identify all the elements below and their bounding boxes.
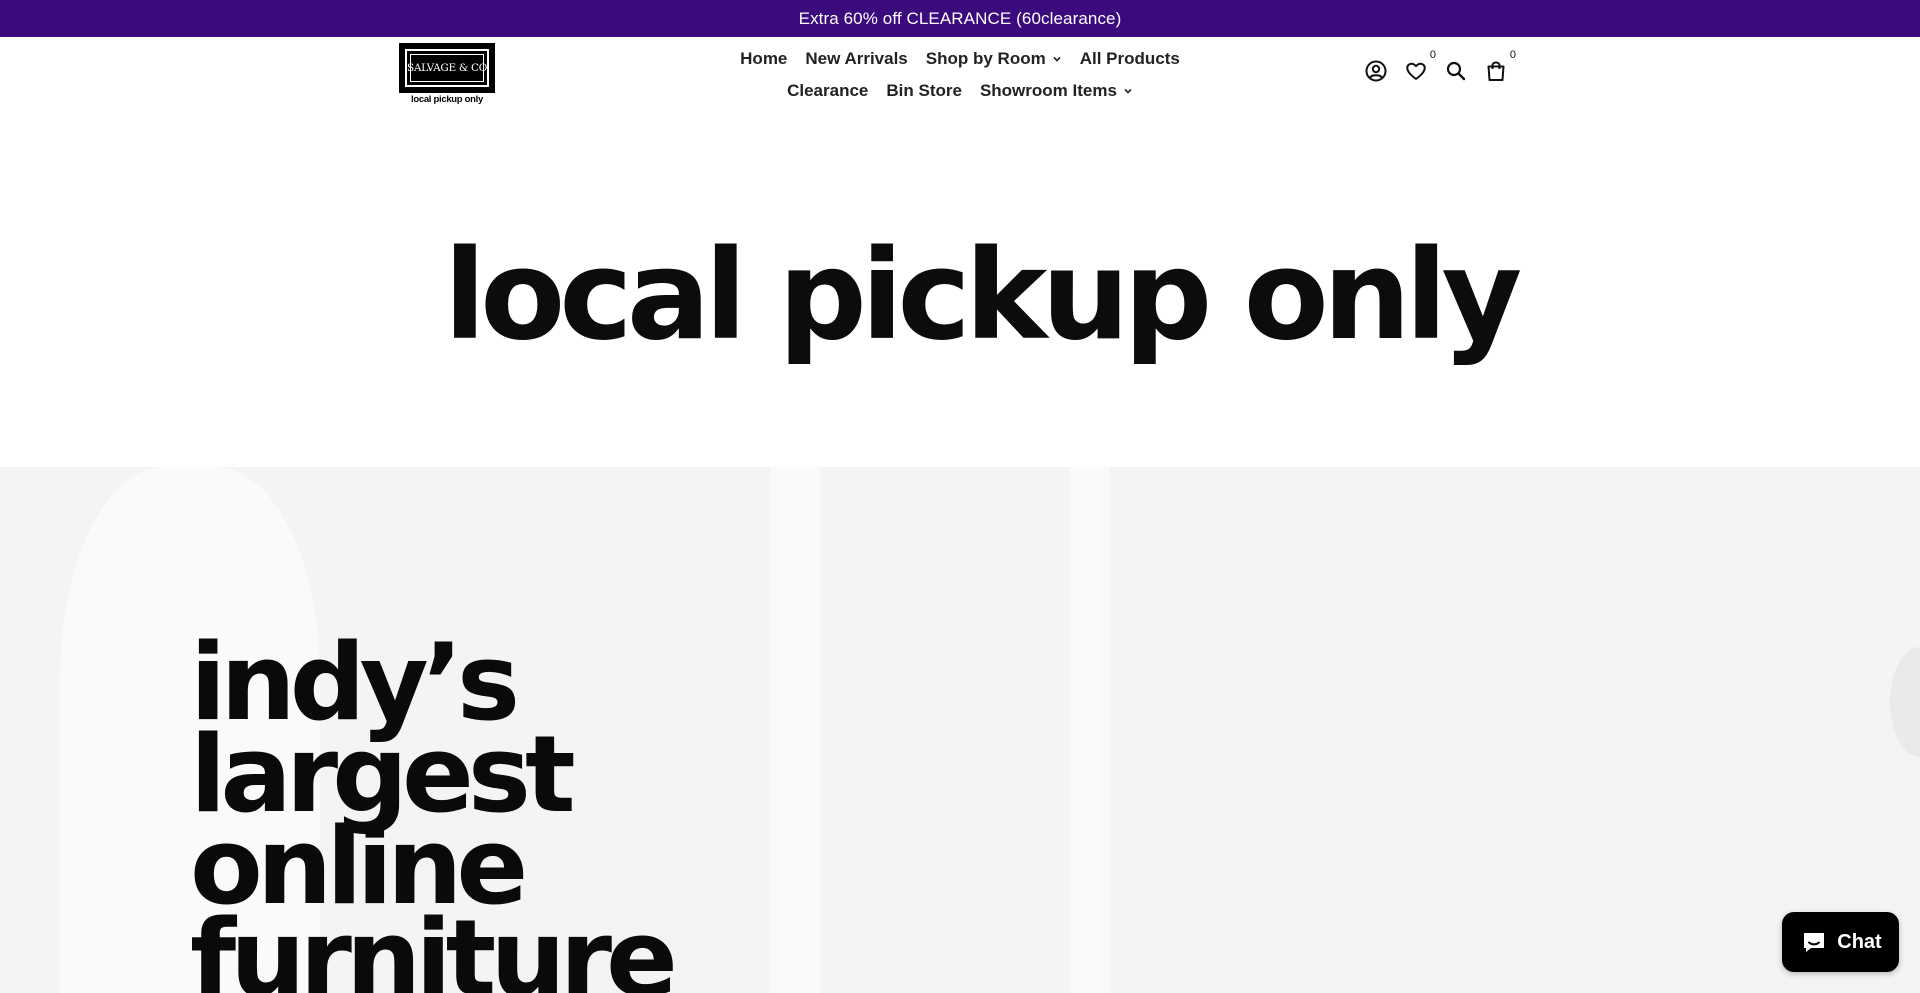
hero-slide-heading: indy’s largest online furniture — [190, 621, 678, 993]
nav-shop-by-room[interactable]: Shop by Room — [917, 49, 1071, 69]
wishlist-button[interactable]: 0 — [1404, 49, 1436, 83]
search-icon — [1446, 61, 1466, 81]
account-button[interactable] — [1364, 59, 1388, 83]
chevron-down-icon — [1053, 56, 1061, 62]
nav-bin-store[interactable]: Bin Store — [877, 81, 971, 101]
nav-row-2: Clearance Bin Store Showroom Items — [730, 75, 1190, 107]
cart-button[interactable]: 0 — [1484, 49, 1516, 83]
cart-count: 0 — [1509, 49, 1516, 61]
heart-icon — [1406, 62, 1426, 80]
bag-icon — [1487, 61, 1505, 81]
hero-banner: local pickup only — [0, 117, 1920, 467]
search-button[interactable] — [1444, 59, 1468, 83]
nav-clearance[interactable]: Clearance — [778, 81, 877, 101]
nav-home[interactable]: Home — [731, 49, 796, 69]
background-image-shape — [1890, 647, 1920, 757]
site-logo[interactable]: SALVAGE & CO local pickup only — [399, 43, 495, 105]
site-header: SALVAGE & CO local pickup only Home New … — [0, 37, 1920, 117]
main-nav: Home New Arrivals Shop by Room All Produ… — [730, 43, 1190, 107]
nav-new-arrivals[interactable]: New Arrivals — [796, 49, 916, 69]
chevron-down-icon — [1124, 88, 1132, 94]
chat-button[interactable]: Chat — [1782, 912, 1899, 972]
nav-showroom-items[interactable]: Showroom Items — [971, 81, 1142, 101]
logo-wordmark: SALVAGE & CO — [407, 54, 487, 82]
background-image-shape — [770, 467, 820, 993]
hero-slide[interactable]: indy’s largest online furniture — [0, 467, 1920, 993]
logo-tagline: local pickup only — [411, 94, 483, 105]
chat-bubble-icon — [1804, 933, 1825, 952]
account-icon — [1365, 60, 1387, 82]
nav-row-1: Home New Arrivals Shop by Room All Produ… — [730, 43, 1190, 75]
chat-label: Chat — [1837, 930, 1882, 953]
header-icons: 0 0 — [1364, 49, 1516, 83]
hero-banner-heading: local pickup only — [443, 224, 1523, 368]
logo-mark: SALVAGE & CO — [399, 43, 495, 93]
announcement-bar: Extra 60% off CLEARANCE (60clearance) — [0, 0, 1920, 37]
wishlist-count: 0 — [1429, 49, 1436, 61]
announcement-text: Extra 60% off CLEARANCE (60clearance) — [798, 8, 1122, 28]
background-image-shape — [1070, 467, 1110, 993]
nav-all-products[interactable]: All Products — [1071, 49, 1189, 69]
